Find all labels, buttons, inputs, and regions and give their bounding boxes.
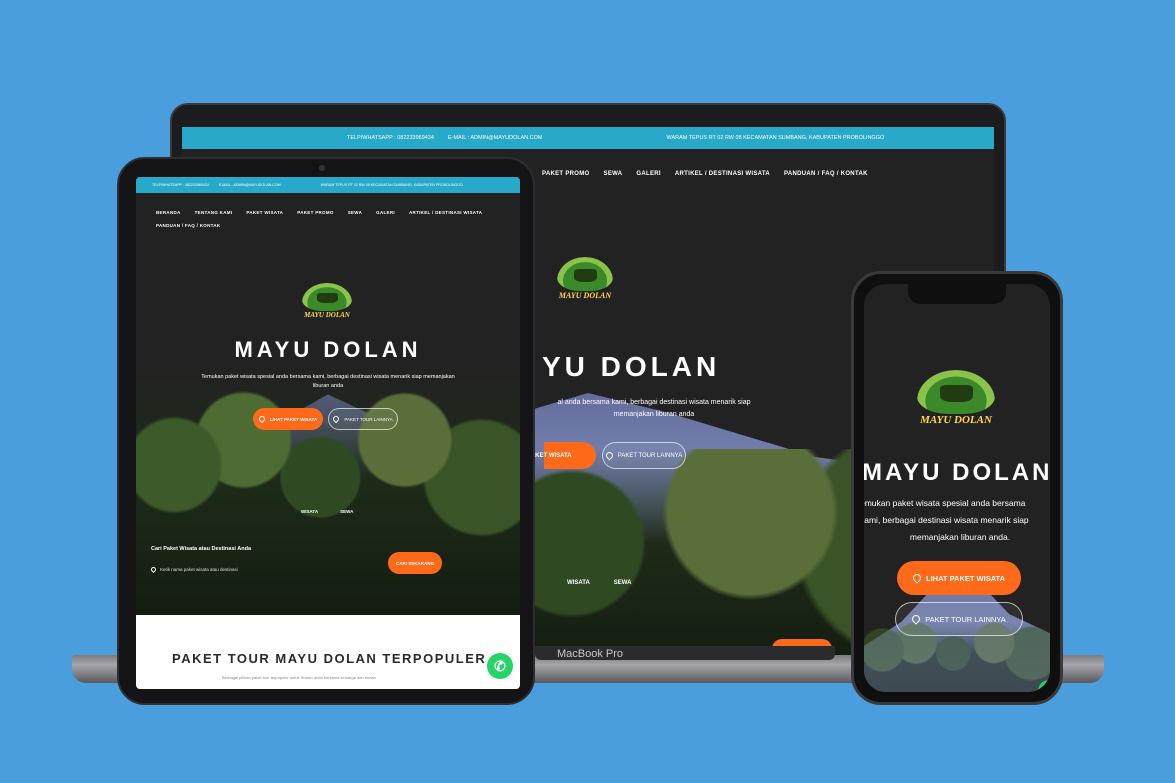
site-topbar: TELP/WHATSAPP : 082233969434 E-MAIL : AD… [182,127,994,149]
tab-wisata[interactable]: WISATA [301,509,318,514]
lihat-paket-button[interactable]: LIHAT PAKET WISATA [897,561,1021,595]
nav-item-paket-promo[interactable]: PAKET PROMO [542,171,590,177]
hero-title: MAYU DOLAN [234,337,422,362]
tab-sewa[interactable]: SEWA [614,580,632,586]
nav-item-beranda[interactable]: BERANDA [156,210,181,215]
lihat-paket-label: LIHAT PAKET WISATA [925,573,1006,583]
section-title: PAKET TOUR MAYU DOLAN TERPOPULER [172,651,487,666]
paket-tour-lainnya-button[interactable]: PAKET TOUR LAINNYA [328,408,398,430]
site-logo[interactable]: MAYU DOLAN [917,370,995,426]
location-pin-icon [604,450,615,461]
hero-subtitle-line1: Temukan paket wisata spesial anda bersam… [201,374,455,380]
lihat-paket-label: LIHAT PAKET WISATA [269,416,318,422]
logo-text: MAYU DOLAN [304,311,350,319]
section-subtitle: Berbagai pilihan paket tour terpopuler u… [222,675,376,680]
cari-sekarang-button[interactable]: CARI SEKARANG [388,552,442,574]
tablet-camera [319,165,325,171]
main-nav-row2: PANDUAN / FAQ / KONTAK [156,223,220,228]
search-placeholder: Ketik nama paket wisata atau destinasi [160,567,238,572]
paket-tour-lainnya-button[interactable]: PAKET TOUR LAINNYA [895,602,1023,636]
hero-subtitle-line2: liburan anda [312,383,344,389]
paket-tour-label: PAKET TOUR LAINNYA [925,614,1006,624]
hero-subtitle: al anda bersama kami, berbagai destinasi… [544,397,764,421]
hero-subtitle: Temukan paket wisata spesial anda bersam… [178,373,478,391]
tablet-mockup: TELP/WHATSAPP : 082233969434 E-MAIL : AD… [117,157,535,705]
topbar-phone[interactable]: TELP/WHATSAPP : 082233969434 [152,183,209,187]
hero-subtitle-line2: kami, berbagai destinasi wisata menarik … [864,515,1029,525]
location-pin-icon [149,565,158,574]
logo-text: MAYU DOLAN [558,291,612,300]
tab-wisata[interactable]: WISATA [567,580,590,586]
logo-jeep-icon [557,257,613,291]
hero-title: MAYU DOLAN [864,459,1050,486]
tablet-screen: TELP/WHATSAPP : 082233969434 E-MAIL : AD… [136,177,520,689]
main-nav: BERANDA TENTANG KAMI PAKET WISATA PAKET … [156,210,482,215]
logo-jeep-icon [302,283,352,311]
logo-jeep-icon [917,370,995,414]
nav-item-tentang[interactable]: TENTANG KAMI [195,210,233,215]
nav-item-sewa[interactable]: SEWA [604,171,623,177]
paket-tour-label: PAKET TOUR LAINNYA [344,416,393,422]
nav-item-artikel[interactable]: ARTIKEL / DESTINASI WISATA [409,210,482,215]
nav-item-panduan[interactable]: PANDUAN / FAQ / KONTAK [156,223,220,228]
main-nav: PAKET PROMO SEWA GALERI ARTIKEL / DESTIN… [542,171,868,177]
phone-notch [908,284,1006,304]
lihat-paket-button[interactable]: LIHAT PAKET WISATA [253,408,323,430]
paket-tour-label: PAKET TOUR LAINNYA [617,452,683,459]
nav-item-paket-wisata[interactable]: PAKET WISATA [246,210,283,215]
topbar-address: WARAM TEPUS RT 02 RW 08 KECAMATAN SUMBAN… [320,183,463,187]
lihat-paket-button[interactable]: LIHAT PAKET WISATA [508,442,596,469]
site-logo[interactable]: MAYU DOLAN [302,283,352,319]
phone-screen: MAYU DOLAN MAYU DOLAN emukan paket wisat… [864,284,1050,692]
location-pin-icon [332,414,341,424]
site-topbar: TELP/WHATSAPP : 082233969434 E-MAIL : AD… [136,177,520,193]
hero-subtitle-line2: memanjakan liburan anda [613,411,695,418]
hero-subtitle-line3: memanjakan liburan anda. [909,532,1011,542]
nav-item-artikel[interactable]: ARTIKEL / DESTINASI WISATA [675,171,770,177]
location-pin-icon [911,572,923,584]
nav-item-paket-promo[interactable]: PAKET PROMO [297,210,333,215]
search-tabs: WISATA SEWA [567,580,631,586]
paket-tour-lainnya-button[interactable]: PAKET TOUR LAINNYA [602,442,686,469]
whatsapp-icon[interactable]: ✆ [487,653,513,679]
location-pin-icon [910,613,922,625]
topbar-email[interactable]: E-MAIL : ADMIN@MAYUDOLAN.COM [448,135,543,141]
logo-text: MAYU DOLAN [920,414,992,426]
nav-item-sewa[interactable]: SEWA [348,210,362,215]
search-heading: Cari Paket Wisata atau Destinasi Anda [151,546,252,552]
hero-subtitle-line1: emukan paket wisata spesial anda bersama [864,498,1026,508]
phone-mockup: MAYU DOLAN MAYU DOLAN emukan paket wisat… [851,271,1063,705]
hero-subtitle: emukan paket wisata spesial anda bersama… [864,495,1050,546]
nav-item-panduan[interactable]: PANDUAN / FAQ / KONTAK [784,171,868,177]
hero-subtitle-line1: al anda bersama kami, berbagai destinasi… [557,399,751,406]
trees-image [136,365,520,615]
site-logo[interactable]: MAYU DOLAN [557,257,613,300]
search-tabs: WISATA SEWA [301,509,353,514]
popular-section: PAKET TOUR MAYU DOLAN TERPOPULER Berbaga… [136,615,520,689]
hero-title: YU DOLAN [542,351,721,382]
nav-item-galeri[interactable]: GALERI [636,171,660,177]
tab-sewa[interactable]: SEWA [340,509,353,514]
topbar-address: WARAM TEPUS RT 02 RW 08 KECAMATAN SUMBAN… [666,135,885,141]
device-label: MacBook Pro [557,648,624,660]
topbar-phone[interactable]: TELP/WHATSAPP : 082233969434 [347,135,434,141]
search-input[interactable]: Ketik nama paket wisata atau destinasi [149,565,271,574]
location-pin-icon [257,414,267,424]
nav-item-galeri[interactable]: GALERI [376,210,395,215]
topbar-email[interactable]: E-MAIL : ADMIN@MAYUDOLAN.COM [219,183,281,187]
